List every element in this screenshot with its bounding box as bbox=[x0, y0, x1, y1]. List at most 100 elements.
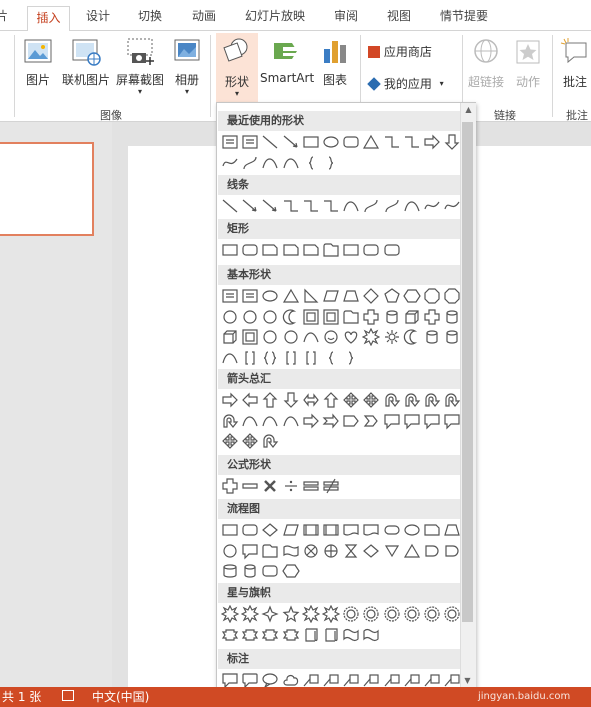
oval-shape-icon[interactable] bbox=[261, 287, 279, 305]
oct-shape-icon[interactable] bbox=[443, 287, 461, 305]
tab-view[interactable]: 视图 bbox=[387, 0, 411, 30]
frame-shape-icon[interactable] bbox=[241, 328, 259, 346]
free-shape-icon[interactable] bbox=[443, 197, 461, 215]
my-apps-button[interactable]: 我的应用 ▾ bbox=[367, 75, 458, 92]
decision-shape-icon[interactable] bbox=[261, 521, 279, 539]
hex-shape-icon[interactable] bbox=[403, 287, 421, 305]
moon-shape-icon[interactable] bbox=[403, 328, 421, 346]
seal-shape-icon[interactable] bbox=[443, 605, 461, 623]
scroll-up-icon[interactable]: ▲ bbox=[461, 105, 476, 114]
darrow-shape-icon[interactable] bbox=[282, 391, 300, 409]
brace-shape-icon[interactable] bbox=[261, 349, 279, 367]
scroll-shape-icon[interactable] bbox=[302, 626, 320, 644]
plus-shape-icon[interactable] bbox=[221, 477, 239, 495]
burst-shape-icon[interactable] bbox=[221, 605, 239, 623]
curve-shape-icon[interactable] bbox=[302, 328, 320, 346]
line-shape-icon[interactable] bbox=[261, 133, 279, 151]
app-store-button[interactable]: 应用商店 bbox=[368, 43, 448, 60]
quad-shape-icon[interactable] bbox=[342, 391, 360, 409]
scurve-shape-icon[interactable] bbox=[362, 197, 380, 215]
proc-shape-icon[interactable] bbox=[322, 521, 340, 539]
elbow-shape-icon[interactable] bbox=[322, 197, 340, 215]
language-indicator[interactable]: 中文(中国) bbox=[92, 687, 149, 707]
tab-review[interactable]: 审阅 bbox=[334, 0, 358, 30]
can-shape-icon[interactable] bbox=[383, 308, 401, 326]
quad-shape-icon[interactable] bbox=[221, 432, 239, 450]
callout-shape-icon[interactable] bbox=[403, 412, 421, 430]
curve-shape-icon[interactable] bbox=[282, 154, 300, 172]
div-shape-icon[interactable] bbox=[282, 477, 300, 495]
curve-shape-icon[interactable] bbox=[261, 154, 279, 172]
can-shape-icon[interactable] bbox=[241, 562, 259, 580]
circle-shape-icon[interactable] bbox=[282, 328, 300, 346]
sumj-shape-icon[interactable] bbox=[302, 542, 320, 560]
arrowline-shape-icon[interactable] bbox=[261, 197, 279, 215]
curve-shape-icon[interactable] bbox=[221, 349, 239, 367]
curve-shape-icon[interactable] bbox=[241, 412, 259, 430]
trap-shape-icon[interactable] bbox=[443, 521, 461, 539]
curve-shape-icon[interactable] bbox=[403, 197, 421, 215]
uturn-shape-icon[interactable] bbox=[221, 412, 239, 430]
can-shape-icon[interactable] bbox=[443, 308, 461, 326]
plus-shape-icon[interactable] bbox=[362, 308, 380, 326]
textbox-shape-icon[interactable] bbox=[221, 133, 239, 151]
burst-shape-icon[interactable] bbox=[241, 605, 260, 623]
online-picture-button[interactable]: 联机图片 bbox=[60, 35, 112, 88]
curve-shape-icon[interactable] bbox=[261, 412, 279, 430]
pent-shape-icon[interactable] bbox=[383, 287, 401, 305]
lbrace-shape-icon[interactable] bbox=[322, 349, 340, 367]
rbrace-shape-icon[interactable] bbox=[342, 349, 360, 367]
cube-shape-icon[interactable] bbox=[403, 308, 421, 326]
hyperlink-button[interactable]: 超链接 bbox=[466, 37, 506, 90]
tri-shape-icon[interactable] bbox=[362, 133, 380, 151]
star5-shape-icon[interactable] bbox=[282, 605, 300, 623]
uturn-shape-icon[interactable] bbox=[443, 391, 461, 409]
tab-shape-icon[interactable] bbox=[342, 308, 360, 326]
bracket-shape-icon[interactable] bbox=[241, 349, 259, 367]
burst-shape-icon[interactable] bbox=[301, 605, 320, 623]
quad-shape-icon[interactable] bbox=[241, 432, 259, 450]
seal-shape-icon[interactable] bbox=[362, 605, 380, 623]
lbrace-shape-icon[interactable] bbox=[302, 154, 320, 172]
uarrow-shape-icon[interactable] bbox=[322, 391, 340, 409]
line-shape-icon[interactable] bbox=[221, 197, 239, 215]
scurve-shape-icon[interactable] bbox=[383, 197, 401, 215]
tab-shape-icon[interactable] bbox=[322, 241, 340, 259]
wave-shape-icon[interactable] bbox=[362, 626, 380, 644]
ribbon-shape-icon[interactable] bbox=[261, 626, 279, 644]
para-shape-icon[interactable] bbox=[322, 287, 340, 305]
seal-shape-icon[interactable] bbox=[423, 605, 441, 623]
uturn-shape-icon[interactable] bbox=[261, 432, 279, 450]
elbow-shape-icon[interactable] bbox=[403, 133, 421, 151]
notes-icon[interactable] bbox=[62, 690, 74, 701]
rect-shape-icon[interactable] bbox=[221, 521, 239, 539]
callout-shape-icon[interactable] bbox=[241, 542, 259, 560]
proc-shape-icon[interactable] bbox=[302, 521, 320, 539]
snip-shape-icon[interactable] bbox=[302, 241, 320, 259]
slide-thumbnail[interactable] bbox=[0, 142, 94, 236]
pentarrow-shape-icon[interactable] bbox=[342, 412, 360, 430]
mult-shape-icon[interactable] bbox=[261, 477, 279, 495]
seal-shape-icon[interactable] bbox=[403, 605, 421, 623]
textbox-shape-icon[interactable] bbox=[241, 287, 259, 305]
free-shape-icon[interactable] bbox=[423, 197, 441, 215]
snip-shape-icon[interactable] bbox=[423, 521, 441, 539]
album-button[interactable]: 相册 ▾ bbox=[168, 35, 206, 96]
rbrace-shape-icon[interactable] bbox=[322, 154, 340, 172]
circle-shape-icon[interactable] bbox=[241, 308, 259, 326]
uturn-shape-icon[interactable] bbox=[383, 391, 401, 409]
can-shape-icon[interactable] bbox=[443, 328, 461, 346]
burst-shape-icon[interactable] bbox=[362, 328, 381, 346]
hex-shape-icon[interactable] bbox=[281, 562, 300, 580]
gallery-scroll-thumb[interactable] bbox=[462, 122, 473, 622]
quad-shape-icon[interactable] bbox=[362, 391, 380, 409]
decision-shape-icon[interactable] bbox=[362, 542, 380, 560]
tab-animations[interactable]: 动画 bbox=[192, 0, 216, 30]
ribbon-shape-icon[interactable] bbox=[221, 626, 239, 644]
snip-shape-icon[interactable] bbox=[261, 241, 279, 259]
tab-design[interactable]: 设计 bbox=[86, 0, 110, 30]
ribbon-shape-icon[interactable] bbox=[282, 626, 300, 644]
rrect-shape-icon[interactable] bbox=[241, 241, 259, 259]
rrect-shape-icon[interactable] bbox=[241, 521, 259, 539]
rrect-shape-icon[interactable] bbox=[362, 241, 380, 259]
